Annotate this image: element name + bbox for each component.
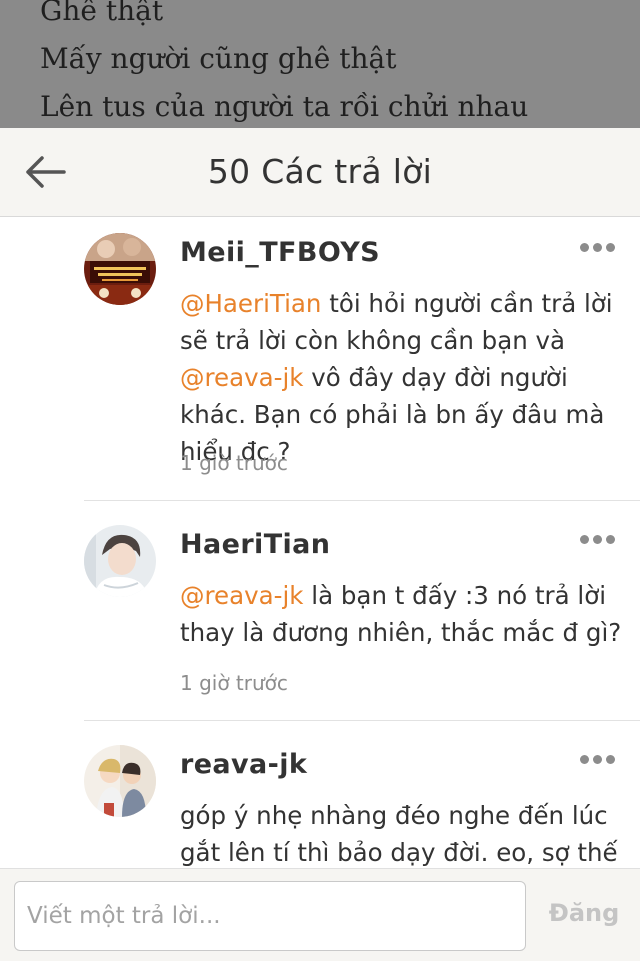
divider	[84, 500, 640, 501]
mention-link[interactable]: @reava-jk	[180, 363, 303, 392]
avatar[interactable]	[84, 233, 156, 305]
post-line: Ghê thật	[40, 0, 164, 27]
avatar[interactable]	[84, 745, 156, 817]
comment-timestamp: 1 giờ trước	[180, 671, 288, 695]
reply-input[interactable]	[14, 881, 526, 951]
comment-item: reava-jk góp ý nhẹ nhàng đéo nghe đến lú…	[0, 729, 640, 867]
more-options-button[interactable]	[578, 749, 618, 769]
post-line: Mấy người cũng ghê thật	[40, 42, 397, 75]
comment-body: @reava-jk là bạn t đấy :3 nó trả lời tha…	[180, 577, 630, 651]
comment-item: Meii_TFBOYS @HaeriTian tôi hỏi người cần…	[0, 217, 640, 501]
comment-username[interactable]: HaeriTian	[180, 529, 330, 560]
comment-list[interactable]: Meii_TFBOYS @HaeriTian tôi hỏi người cần…	[0, 217, 640, 867]
comment-item: HaeriTian @reava-jk là bạn t đấy :3 nó t…	[0, 509, 640, 729]
divider	[84, 720, 640, 721]
background-post: Ghê thật Mấy người cũng ghê thật Lên tus…	[0, 0, 640, 130]
comment-body: góp ý nhẹ nhàng đéo nghe đến lúc gắt lên…	[180, 797, 630, 867]
page-title: 50 Các trả lời	[207, 152, 433, 191]
comment-body: @HaeriTian tôi hỏi người cần trả lời sẽ …	[180, 285, 630, 470]
mention-link[interactable]: @reava-jk	[180, 581, 303, 610]
post-button[interactable]: Đăng	[540, 899, 628, 927]
mention-link[interactable]: @HaeriTian	[180, 289, 321, 318]
avatar[interactable]	[84, 525, 156, 597]
comment-timestamp: 1 giờ trước	[180, 451, 288, 475]
more-options-button[interactable]	[578, 529, 618, 549]
avatar-image	[84, 233, 156, 305]
avatar-image	[84, 745, 156, 817]
comment-text: góp ý nhẹ nhàng đéo nghe đến lúc gắt lên…	[180, 801, 618, 867]
avatar-image	[84, 525, 156, 597]
more-options-button[interactable]	[578, 237, 618, 257]
reply-composer: Đăng	[0, 868, 640, 961]
comment-username[interactable]: Meii_TFBOYS	[180, 237, 380, 268]
replies-header: 50 Các trả lời	[0, 128, 640, 217]
post-line: Lên tus của người ta rồi chửi nhau	[40, 90, 529, 123]
comment-username[interactable]: reava-jk	[180, 749, 307, 780]
replies-sheet: 50 Các trả lời Meii_TFBOYS @HaeriTian tô…	[0, 128, 640, 961]
